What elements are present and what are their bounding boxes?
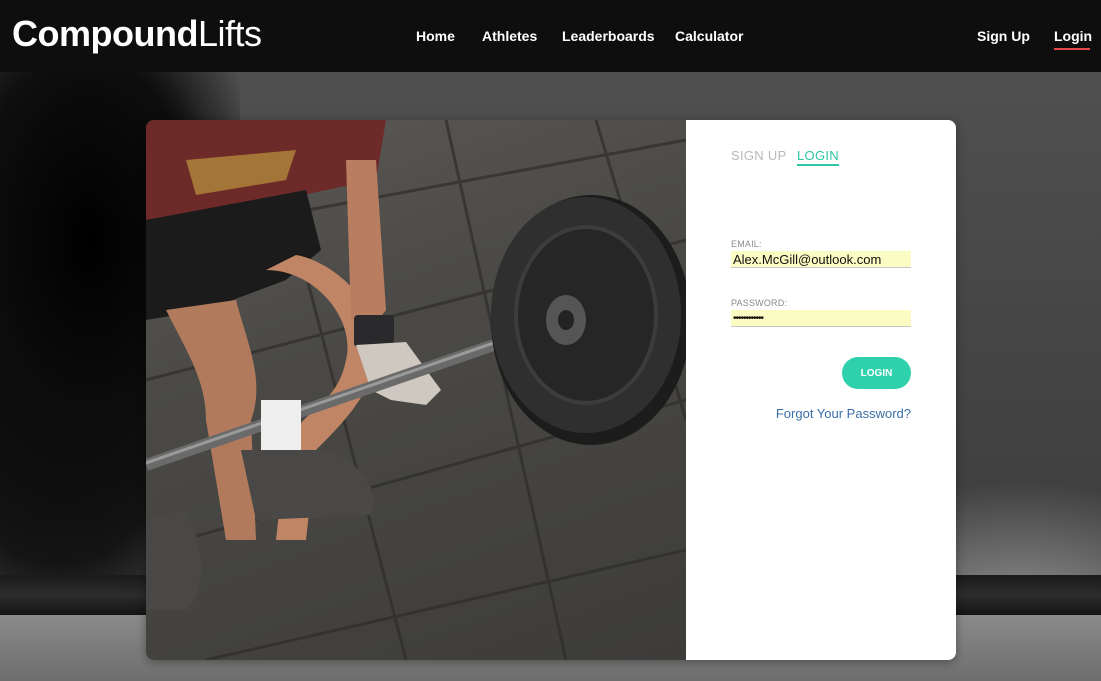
- deadlift-photo: [146, 120, 686, 660]
- brand-light: Lifts: [197, 13, 262, 54]
- password-label: PASSWORD:: [731, 298, 788, 308]
- wrist-wrap: [354, 315, 394, 347]
- brand-bold: Compound: [12, 13, 198, 54]
- athlete-arm: [346, 160, 386, 330]
- nav-home[interactable]: Home: [416, 28, 455, 44]
- deadlift-illustration: [146, 120, 686, 660]
- email-label: EMAIL:: [731, 239, 762, 249]
- active-nav-underline: [1054, 48, 1090, 50]
- password-field[interactable]: [731, 310, 911, 327]
- nav-signup-link[interactable]: Sign Up: [977, 28, 1030, 44]
- login-panel: SIGN UP LOGIN EMAIL: PASSWORD: LOGIN For…: [686, 120, 956, 660]
- athlete-leg-left: [166, 300, 257, 540]
- nav-login-link[interactable]: Login: [1054, 28, 1092, 44]
- athlete-shoe-left: [146, 510, 201, 610]
- athlete-sock: [261, 400, 301, 450]
- login-card: SIGN UP LOGIN EMAIL: PASSWORD: LOGIN For…: [146, 120, 956, 660]
- login-button[interactable]: LOGIN: [842, 357, 911, 389]
- email-field[interactable]: [731, 251, 911, 268]
- forgot-password-link[interactable]: Forgot Your Password?: [766, 406, 911, 421]
- brand-logo[interactable]: CompoundLifts: [12, 12, 262, 56]
- tab-signup[interactable]: SIGN UP: [731, 148, 787, 163]
- nav-athletes[interactable]: Athletes: [482, 28, 537, 44]
- nav-calculator[interactable]: Calculator: [675, 28, 743, 44]
- nav-leaderboards[interactable]: Leaderboards: [562, 28, 655, 44]
- tab-login[interactable]: LOGIN: [797, 148, 839, 166]
- top-navbar: CompoundLifts Home Athletes Leaderboards…: [0, 0, 1101, 72]
